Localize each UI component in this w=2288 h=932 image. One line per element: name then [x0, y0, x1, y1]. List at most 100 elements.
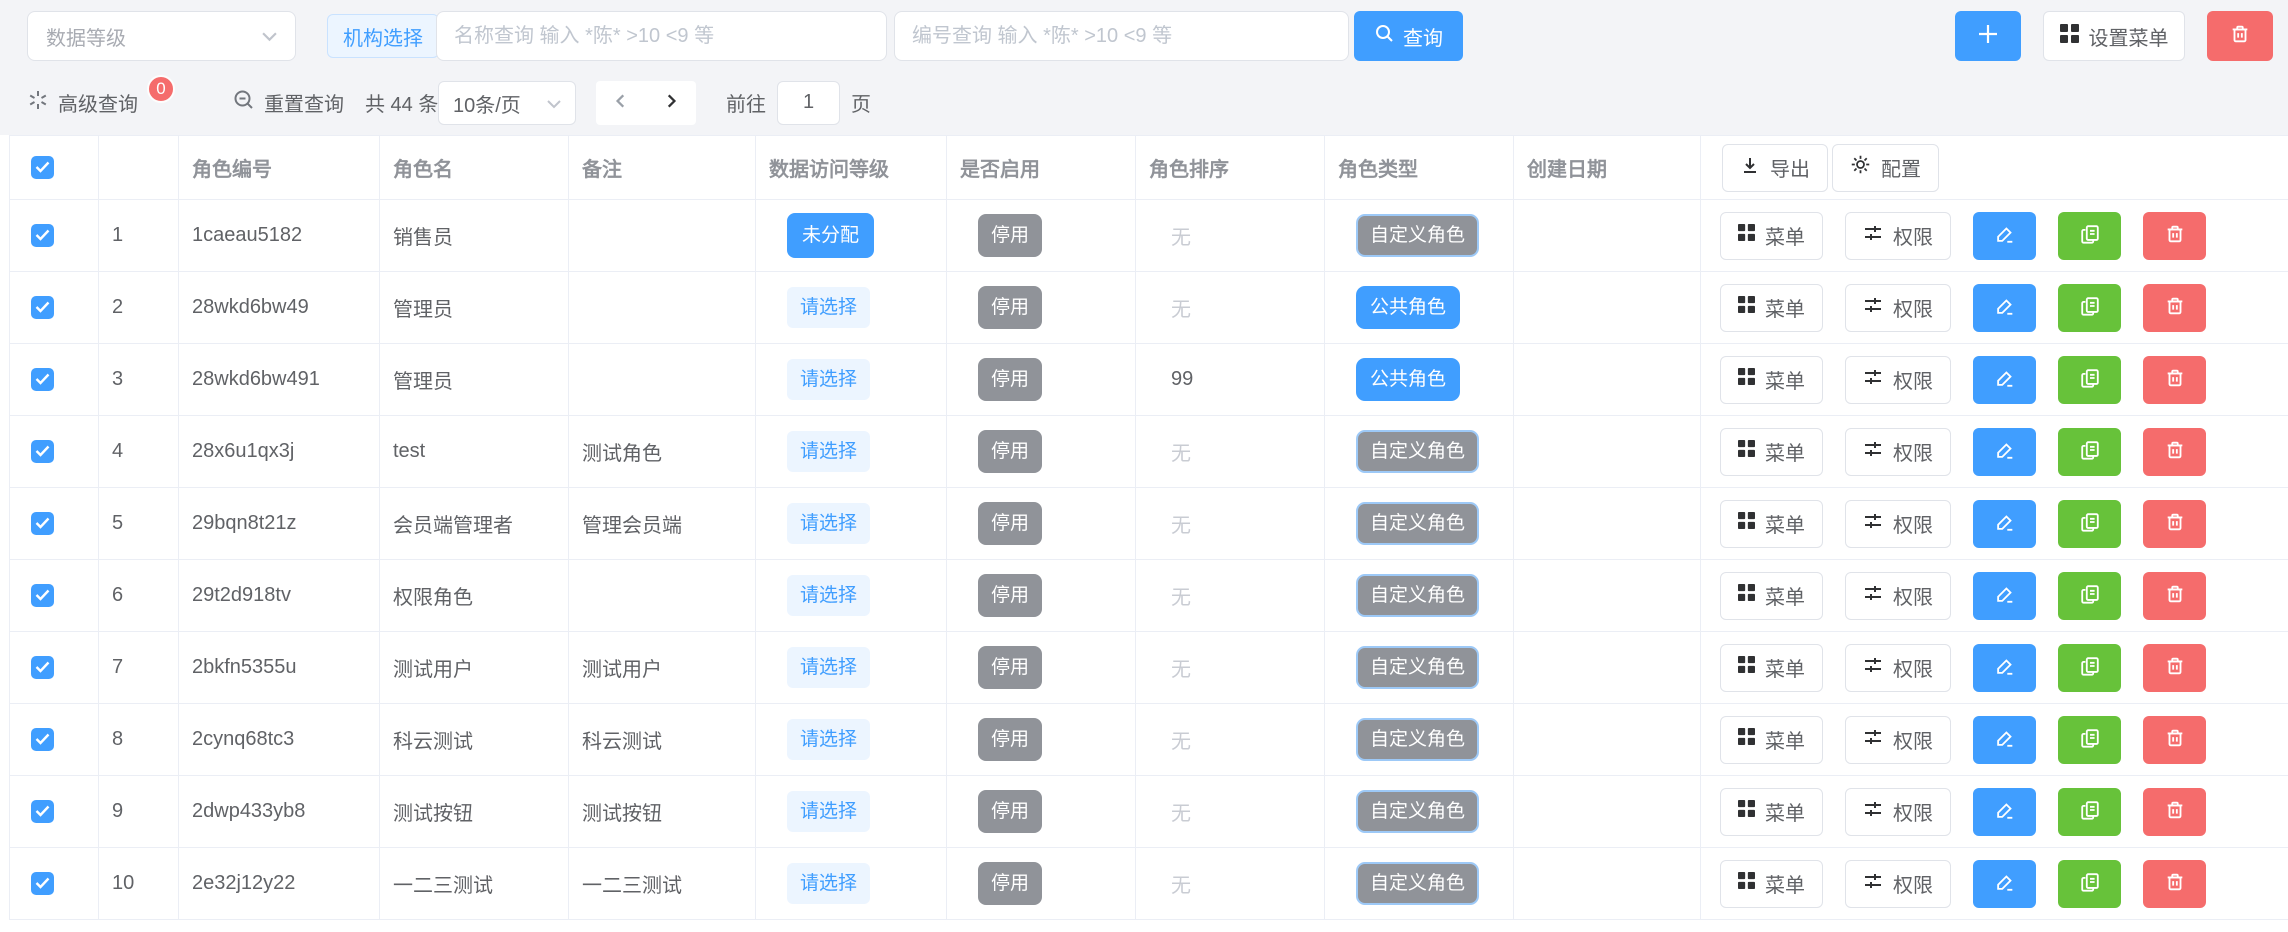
enabled-badge[interactable]: 停用: [978, 430, 1042, 473]
access-level-badge[interactable]: 请选择: [787, 719, 870, 760]
row-checkbox[interactable]: [31, 800, 54, 823]
batch-delete-button[interactable]: [2207, 11, 2273, 61]
enabled-badge[interactable]: 停用: [978, 646, 1042, 689]
row-checkbox[interactable]: [31, 728, 54, 751]
menu-button[interactable]: 菜单: [1720, 428, 1823, 476]
edit-button[interactable]: [1973, 356, 2036, 404]
reset-query-button[interactable]: 重置查询: [233, 70, 344, 135]
permission-button[interactable]: 权限: [1845, 572, 1951, 620]
edit-button[interactable]: [1973, 212, 2036, 260]
delete-button[interactable]: [2143, 356, 2206, 404]
goto-page-input[interactable]: [777, 81, 840, 125]
edit-button[interactable]: [1973, 644, 2036, 692]
delete-button[interactable]: [2143, 212, 2206, 260]
permission-button[interactable]: 权限: [1845, 212, 1951, 260]
row-checkbox[interactable]: [31, 440, 54, 463]
access-level-badge[interactable]: 请选择: [787, 431, 870, 472]
delete-button[interactable]: [2143, 644, 2206, 692]
copy-button[interactable]: [2058, 284, 2121, 332]
row-checkbox[interactable]: [31, 872, 54, 895]
row-checkbox[interactable]: [31, 368, 54, 391]
copy-button[interactable]: [2058, 212, 2121, 260]
row-checkbox[interactable]: [31, 296, 54, 319]
edit-button[interactable]: [1973, 716, 2036, 764]
delete-button[interactable]: [2143, 716, 2206, 764]
copy-button[interactable]: [2058, 716, 2121, 764]
access-level-badge[interactable]: 请选择: [787, 575, 870, 616]
row-checkbox[interactable]: [31, 656, 54, 679]
advanced-query-button[interactable]: 高级查询 0: [27, 70, 175, 135]
access-level-badge[interactable]: 请选择: [787, 359, 870, 400]
delete-button[interactable]: [2143, 788, 2206, 836]
select-all-checkbox[interactable]: [31, 156, 54, 179]
edit-button[interactable]: [1973, 572, 2036, 620]
sort-value: 无: [1171, 587, 1191, 609]
export-button[interactable]: 导出: [1722, 144, 1828, 192]
delete-button[interactable]: [2143, 572, 2206, 620]
permission-button[interactable]: 权限: [1845, 356, 1951, 404]
data-level-select[interactable]: 数据等级: [27, 11, 296, 61]
enabled-badge[interactable]: 停用: [978, 574, 1042, 617]
prev-page-button[interactable]: [613, 93, 629, 114]
access-level-badge[interactable]: 请选择: [787, 791, 870, 832]
enabled-badge[interactable]: 停用: [978, 718, 1042, 761]
enabled-badge[interactable]: 停用: [978, 214, 1042, 257]
enabled-badge[interactable]: 停用: [978, 286, 1042, 329]
enabled-badge[interactable]: 停用: [978, 358, 1042, 401]
menu-button[interactable]: 菜单: [1720, 500, 1823, 548]
delete-button[interactable]: [2143, 500, 2206, 548]
menu-button[interactable]: 菜单: [1720, 356, 1823, 404]
code-search-input[interactable]: [894, 11, 1349, 61]
edit-button[interactable]: [1973, 500, 2036, 548]
copy-button[interactable]: [2058, 428, 2121, 476]
permission-button[interactable]: 权限: [1845, 788, 1951, 836]
copy-button[interactable]: [2058, 572, 2121, 620]
search-button[interactable]: 查询: [1354, 11, 1463, 61]
enabled-badge[interactable]: 停用: [978, 862, 1042, 905]
edit-button[interactable]: [1973, 788, 2036, 836]
menu-button[interactable]: 菜单: [1720, 716, 1823, 764]
delete-button[interactable]: [2143, 860, 2206, 908]
page-size-select[interactable]: 10条/页: [438, 81, 576, 125]
access-level-badge[interactable]: 请选择: [787, 287, 870, 328]
access-level-badge[interactable]: 请选择: [787, 503, 870, 544]
access-level-badge[interactable]: 请选择: [787, 647, 870, 688]
next-page-button[interactable]: [663, 93, 679, 114]
permission-button[interactable]: 权限: [1845, 428, 1951, 476]
copy-button[interactable]: [2058, 644, 2121, 692]
access-level-badge[interactable]: 未分配: [787, 213, 874, 258]
row-checkbox[interactable]: [31, 584, 54, 607]
sliders-icon: [1863, 223, 1883, 249]
delete-button[interactable]: [2143, 284, 2206, 332]
access-level-badge[interactable]: 请选择: [787, 863, 870, 904]
permission-button[interactable]: 权限: [1845, 716, 1951, 764]
permission-button[interactable]: 权限: [1845, 500, 1951, 548]
add-button[interactable]: [1955, 11, 2021, 61]
name-search-input[interactable]: [436, 11, 887, 61]
permission-button[interactable]: 权限: [1845, 860, 1951, 908]
menu-button[interactable]: 菜单: [1720, 644, 1823, 692]
row-checkbox[interactable]: [31, 512, 54, 535]
edit-button[interactable]: [1973, 860, 2036, 908]
menu-button[interactable]: 菜单: [1720, 284, 1823, 332]
edit-button[interactable]: [1973, 428, 2036, 476]
edit-button[interactable]: [1973, 284, 2036, 332]
permission-button[interactable]: 权限: [1845, 284, 1951, 332]
menu-button[interactable]: 菜单: [1720, 860, 1823, 908]
enabled-badge[interactable]: 停用: [978, 790, 1042, 833]
org-select-button[interactable]: 机构选择: [327, 14, 439, 58]
menu-button[interactable]: 菜单: [1720, 788, 1823, 836]
menu-button[interactable]: 菜单: [1720, 212, 1823, 260]
column-header-enabled: 是否启用: [947, 136, 1136, 200]
menu-button[interactable]: 菜单: [1720, 572, 1823, 620]
copy-button[interactable]: [2058, 356, 2121, 404]
delete-button[interactable]: [2143, 428, 2206, 476]
enabled-badge[interactable]: 停用: [978, 502, 1042, 545]
copy-button[interactable]: [2058, 500, 2121, 548]
config-button[interactable]: 配置: [1832, 144, 1939, 192]
row-checkbox[interactable]: [31, 224, 54, 247]
copy-button[interactable]: [2058, 788, 2121, 836]
copy-button[interactable]: [2058, 860, 2121, 908]
permission-button[interactable]: 权限: [1845, 644, 1951, 692]
setup-menu-button[interactable]: 设置菜单: [2043, 11, 2185, 61]
